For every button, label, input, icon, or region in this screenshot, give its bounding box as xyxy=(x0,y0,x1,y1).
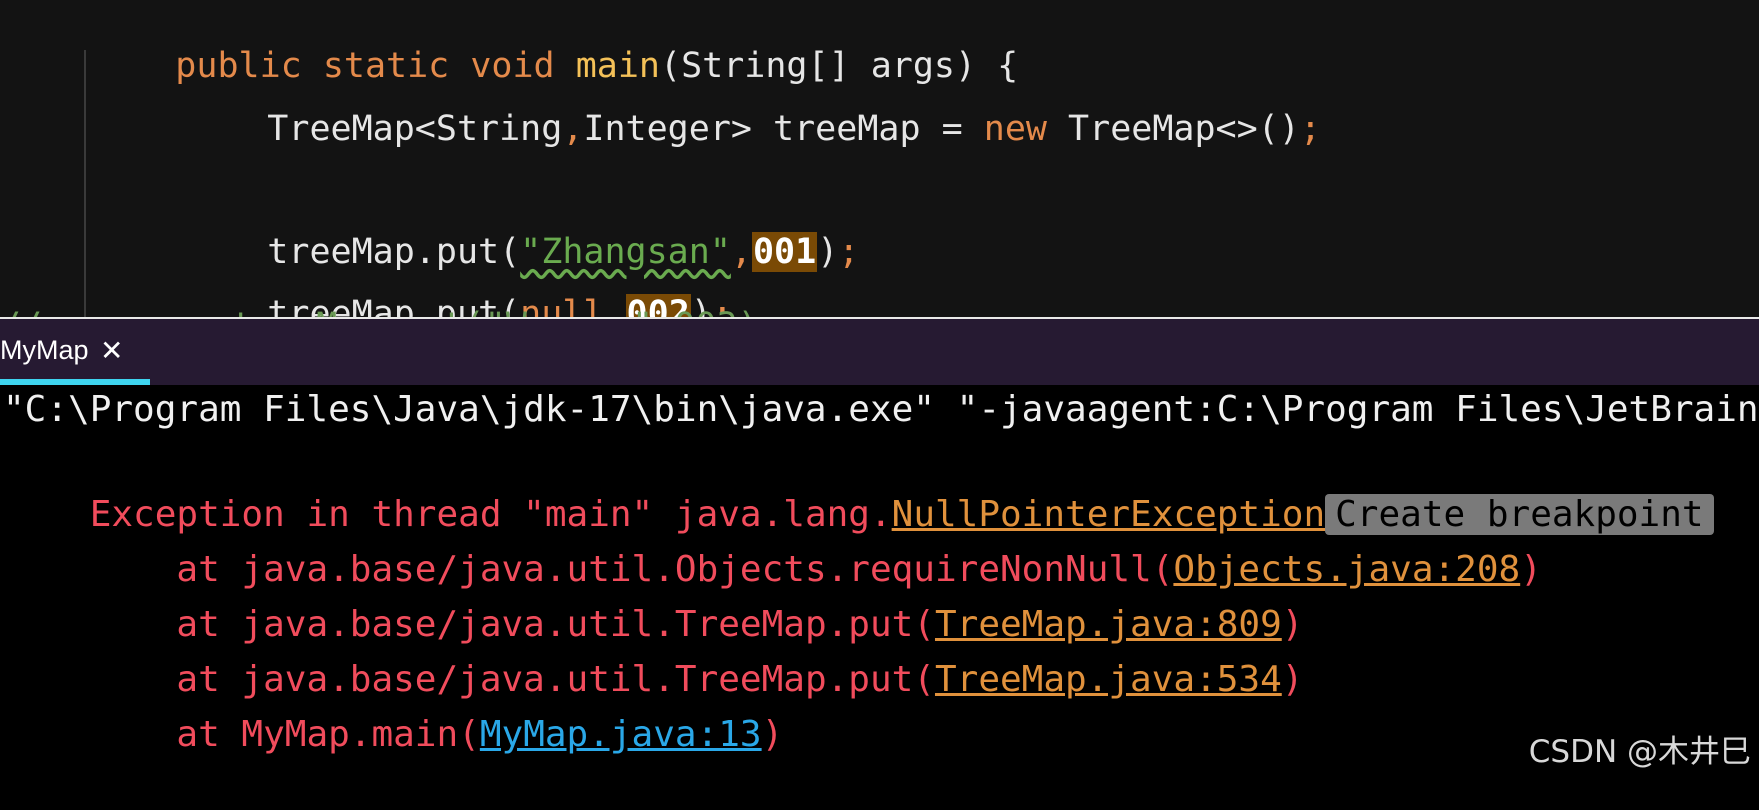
stack-trace-line: at MyMap.main(MyMap.java:13) xyxy=(3,660,783,810)
comma: , xyxy=(562,109,584,149)
code-editor[interactable]: public static void main(String[] args) {… xyxy=(0,0,1759,317)
close-paren: ) xyxy=(817,232,839,272)
type-integer-var: Integer> treeMap = xyxy=(583,109,984,149)
constructor-call: TreeMap<>() xyxy=(1046,109,1300,149)
stack-frame-text: at MyMap.main( xyxy=(89,714,480,755)
console-command-line: "C:\Program Files\Java\jdk-17\bin\java.e… xyxy=(3,389,1759,430)
comma: , xyxy=(730,232,752,272)
run-tool-window-tabbar: MyMap ✕ xyxy=(0,319,1759,385)
stack-frame-close: ) xyxy=(1520,549,1542,590)
stack-frame-close: ) xyxy=(1281,659,1304,700)
stack-frame-link-user-code[interactable]: MyMap.java:13 xyxy=(480,714,762,755)
keyword-new: new xyxy=(983,109,1047,149)
type-treemap: TreeMap<String xyxy=(267,109,563,149)
indent-guide xyxy=(84,50,86,317)
stack-frame-close: ) xyxy=(761,714,784,755)
semicolon: ; xyxy=(1299,109,1321,149)
close-icon[interactable]: ✕ xyxy=(100,334,123,367)
semicolon: ; xyxy=(838,232,860,272)
number-literal-001: 001 xyxy=(751,232,818,272)
tab-mymap-label: MyMap xyxy=(0,335,89,365)
tab-mymap[interactable]: MyMap ✕ xyxy=(0,319,150,385)
watermark: CSDN @木井巳 xyxy=(1528,734,1751,770)
code-line-partial-clipped: // treeMap.put("Wangwu",003); xyxy=(0,300,760,317)
code-line-comment: // treeMap.put("Wangwu",003); xyxy=(0,302,760,317)
run-console-output[interactable]: "C:\Program Files\Java\jdk-17\bin\java.e… xyxy=(0,385,1759,787)
stack-frame-link[interactable]: TreeMap.java:534 xyxy=(935,659,1282,700)
